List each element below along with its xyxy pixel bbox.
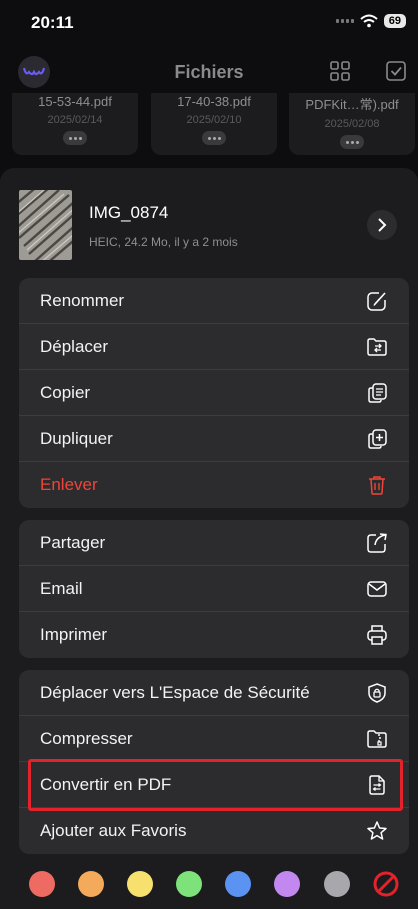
menu-item-label: Compresser	[40, 728, 133, 748]
menu-item-label: Ajouter aux Favoris	[40, 821, 187, 840]
more-icon[interactable]	[202, 131, 226, 145]
status-bar: 20:11 69	[0, 0, 418, 48]
mail-icon	[367, 581, 387, 597]
file-card-name: PDFKit…常).pdf	[305, 97, 399, 112]
menu-item-email[interactable]: Email	[19, 566, 409, 612]
action-sheet: IMG_0874 HEIC, 24.2 Mo, il y a 2 mois Re…	[0, 168, 418, 909]
clear-color-tag-icon[interactable]	[373, 871, 399, 897]
menu-item-copy[interactable]: Copier	[19, 370, 409, 416]
menu-item-label: Déplacer vers L'Espace de Sécurité	[40, 682, 310, 702]
color-tag-blue[interactable]	[225, 871, 251, 897]
more-icon[interactable]	[63, 131, 87, 145]
grid-view-icon[interactable]	[329, 60, 351, 82]
menu-item-duplicate[interactable]: Dupliquer	[19, 416, 409, 462]
status-time: 20:11	[31, 13, 74, 32]
file-actions-group: Renommer Déplacer Copier Dupliquer Enlev…	[19, 278, 409, 508]
share-icon	[367, 533, 387, 553]
recent-files-row: 15-53-44.pdf 2025/02/14 17-40-38.pdf 202…	[0, 93, 418, 155]
file-card-date: 2025/02/10	[186, 114, 242, 126]
color-tag-yellow[interactable]	[127, 871, 153, 897]
file-name: IMG_0874	[89, 203, 169, 222]
archive-folder-icon	[367, 730, 387, 748]
file-card-name: 15-53-44.pdf	[38, 94, 112, 109]
menu-item-label: Partager	[40, 532, 106, 552]
file-thumbnail	[19, 190, 72, 260]
selected-file-header: IMG_0874 HEIC, 24.2 Mo, il y a 2 mois	[19, 190, 399, 260]
color-tag-gray[interactable]	[324, 871, 350, 897]
convert-document-icon	[369, 775, 385, 795]
color-tag-orange[interactable]	[78, 871, 104, 897]
file-card-name: 17-40-38.pdf	[177, 94, 251, 109]
rename-icon	[367, 291, 388, 311]
open-file-button[interactable]	[367, 210, 397, 240]
menu-item-label: Enlever	[40, 475, 98, 494]
wifi-icon	[360, 14, 378, 28]
menu-item-label: Email	[40, 578, 83, 598]
menu-item-label: Déplacer	[40, 336, 109, 356]
trash-icon	[369, 476, 385, 495]
copy-icon	[368, 383, 387, 403]
color-tag-red[interactable]	[29, 871, 55, 897]
file-meta: HEIC, 24.2 Mo, il y a 2 mois	[89, 235, 238, 249]
file-card[interactable]: 15-53-44.pdf 2025/02/14	[12, 93, 138, 155]
menu-item-share[interactable]: Partager	[19, 520, 409, 566]
menu-item-label: Renommer	[40, 290, 125, 310]
color-tag-green[interactable]	[176, 871, 202, 897]
cellular-signal-icon	[335, 19, 354, 23]
page-title: Fichiers	[174, 62, 244, 82]
menu-item-move[interactable]: Déplacer	[19, 324, 409, 370]
menu-item-remove[interactable]: Enlever	[19, 462, 409, 508]
printer-icon	[367, 625, 387, 645]
status-icons: 69	[335, 14, 406, 28]
select-checkbox-icon[interactable]	[385, 60, 407, 82]
star-icon	[367, 821, 387, 840]
menu-item-print[interactable]: Imprimer	[19, 612, 409, 658]
file-card-date: 2025/02/14	[47, 114, 103, 126]
menu-item-compress[interactable]: Compresser	[19, 716, 409, 762]
file-card[interactable]: PDFKit…常).pdf 2025/02/08	[289, 93, 415, 155]
file-card[interactable]: 17-40-38.pdf 2025/02/10	[151, 93, 277, 155]
menu-item-label: Imprimer	[40, 625, 108, 644]
menu-item-label: Dupliquer	[40, 428, 113, 448]
shield-lock-icon	[368, 683, 386, 703]
battery-icon: 69	[383, 14, 406, 28]
menu-item-add-to-favorites[interactable]: Ajouter aux Favoris	[19, 808, 409, 854]
menu-item-rename[interactable]: Renommer	[19, 278, 409, 324]
more-actions-group: Déplacer vers L'Espace de Sécurité Compr…	[19, 670, 409, 854]
more-icon[interactable]	[340, 135, 364, 149]
menu-item-convert-to-pdf[interactable]: Convertir en PDF	[19, 762, 409, 808]
image-thumbnail-icon	[19, 190, 72, 260]
chevron-right-icon	[378, 218, 387, 232]
menu-item-label: Convertir en PDF	[40, 774, 172, 794]
folder-move-icon	[367, 338, 387, 356]
menu-item-move-to-secure-space[interactable]: Déplacer vers L'Espace de Sécurité	[19, 670, 409, 716]
menu-item-label: Copier	[40, 382, 91, 402]
share-actions-group: Partager Email Imprimer	[19, 520, 409, 658]
app-header: Fichiers	[0, 52, 418, 92]
color-tag-purple[interactable]	[274, 871, 300, 897]
file-card-date: 2025/02/08	[324, 118, 380, 130]
duplicate-icon	[368, 429, 387, 449]
color-tag-bar	[0, 866, 418, 900]
